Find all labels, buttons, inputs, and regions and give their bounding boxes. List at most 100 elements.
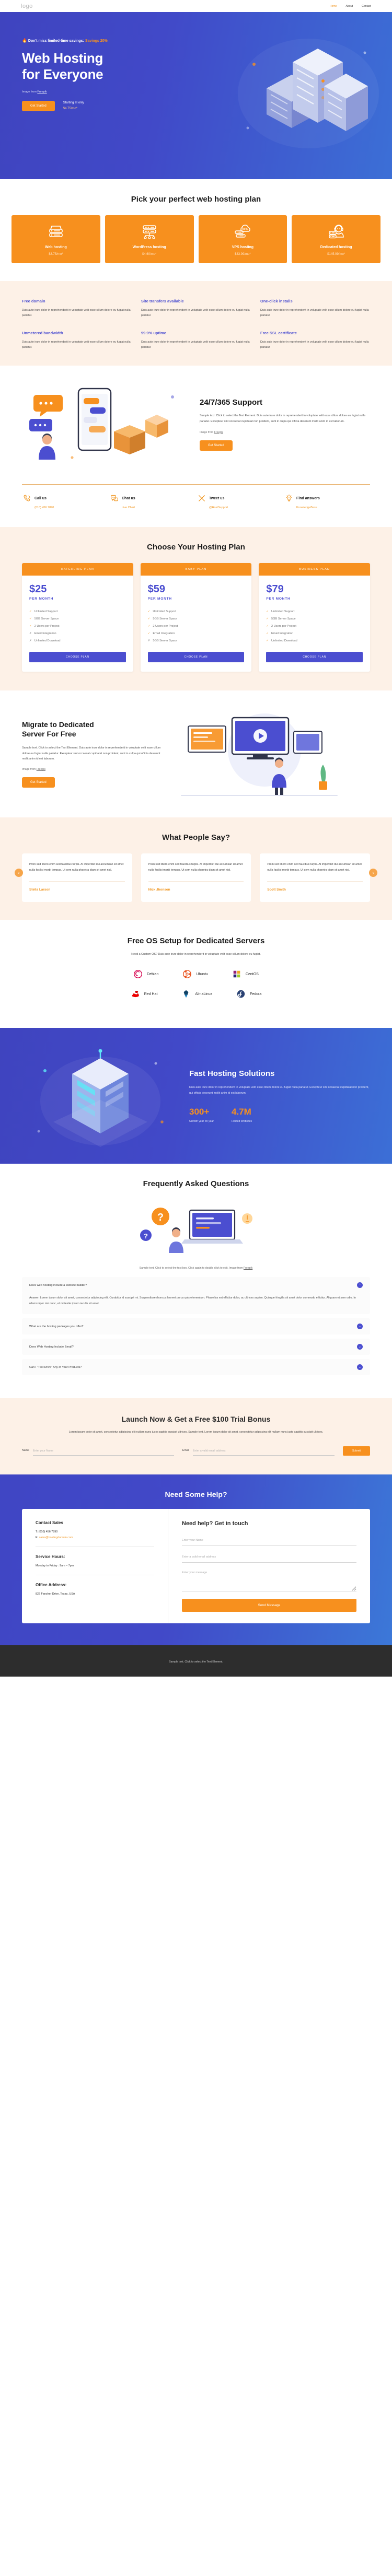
faq-answer-0: Answer. Lorem ipsum dolor sit amet, cons…: [22, 1293, 370, 1315]
hero-promo-text: Don't miss limited-time savings:: [28, 39, 84, 43]
nav-item-about[interactable]: About: [346, 5, 353, 8]
stat-growth: 300+ Growth year on year: [189, 1107, 214, 1123]
support-body: Sample text. Click to select the Text El…: [200, 414, 365, 423]
plan-tiles: Web hosting $3.75/mo* WordPress hosting: [0, 215, 392, 263]
contact-call-us[interactable]: Call us (010) 456 7890: [23, 494, 107, 509]
feature-unmetered-bandwidth: Unmetered bandwidth Duis aute irure dolo…: [22, 331, 132, 350]
pricing-feature: ✓ 2 Users per Project: [147, 625, 178, 628]
contact-tweet-us[interactable]: Tweet us @HostSupport: [198, 494, 282, 509]
pricing-feature: ✓ 5GB Server Space: [147, 617, 177, 620]
choose-plan-button[interactable]: CHOOSE PLAN: [147, 652, 245, 662]
os-item-centos[interactable]: CentOS: [232, 969, 259, 979]
pricing-feature: ✓ 5GB Server Space: [266, 617, 296, 620]
freepik-link[interactable]: Freepik: [244, 1267, 252, 1270]
check-icon: ✓: [147, 632, 151, 635]
hero-price-value: $4.75/mo*: [63, 107, 78, 111]
contact-value[interactable]: Live Chart: [110, 506, 194, 509]
check-icon: ✓: [29, 625, 32, 628]
pricing-feature: ✓ Unlimited Download: [266, 639, 297, 642]
freepik-link[interactable]: Freepik: [37, 90, 47, 93]
plan-tile-dedicated-hosting[interactable]: Dedicated hosting $145.99/mo*: [292, 215, 381, 263]
support-get-started-button[interactable]: Get Started: [200, 440, 233, 451]
hero-get-started-button[interactable]: Get Started: [22, 101, 55, 112]
nav-links: Home About Contact: [330, 5, 371, 8]
feature-body: Duis aute irure dolor in reprehenderit i…: [22, 309, 131, 317]
feature-body: Duis aute irure dolor in reprehenderit i…: [141, 309, 250, 317]
help-name-input[interactable]: [182, 1535, 356, 1547]
launch-name-input[interactable]: [32, 1447, 174, 1456]
chevron-down-icon[interactable]: ⌄: [357, 1324, 363, 1330]
help-section: Need Some Help? Contact Sales T: (010) 4…: [0, 1474, 392, 1646]
chevron-up-icon[interactable]: ⌃: [357, 1282, 363, 1289]
pricing-feature: ✓ Unlimited Support: [29, 610, 58, 613]
fast-hosting-illustration: [22, 1044, 179, 1148]
os-item-redhat[interactable]: Red Hat: [131, 989, 157, 999]
help-message-textarea[interactable]: [182, 1567, 356, 1592]
faq-item-3[interactable]: Can I "Test Drive" Any of Your Products?…: [22, 1359, 370, 1376]
contact-value[interactable]: @HostSupport: [198, 506, 282, 509]
check-icon: ✓: [147, 617, 151, 620]
contact-email-link[interactable]: sales@hostingdomain.com: [39, 1536, 73, 1539]
nav-item-contact[interactable]: Contact: [362, 5, 371, 8]
contact-value[interactable]: (010) 456 7890: [23, 506, 107, 509]
office-address-heading: Office Address:: [36, 1583, 67, 1588]
site-logo[interactable]: logo: [21, 3, 33, 9]
os-item-ubuntu[interactable]: Ubuntu: [182, 969, 208, 979]
launch-email-input[interactable]: [192, 1447, 335, 1456]
feature-title: 99.9% uptime: [141, 331, 166, 335]
feature-body: Duis aute irure dolor in reprehenderit i…: [141, 341, 250, 349]
pricing-feature: ✗ 5GB Server Space: [147, 639, 177, 642]
help-email-input[interactable]: [182, 1552, 356, 1563]
hosting-plans-section: Pick your perfect web hosting plan Web h…: [0, 179, 392, 281]
choose-plan-button[interactable]: CHOOSE PLAN: [29, 652, 126, 662]
migrate-section: Migrate to Dedicated Server For Free Sam…: [0, 690, 392, 817]
contact-chat-us[interactable]: Chat us Live Chart: [110, 494, 194, 509]
check-icon: ✓: [147, 610, 151, 613]
contact-email-prefix: E:: [36, 1536, 39, 1540]
chevron-down-icon[interactable]: ⌄: [357, 1364, 363, 1371]
faq-item-2[interactable]: Does Web Hosting Include Email? ⌄: [22, 1339, 370, 1355]
nav-item-home[interactable]: Home: [330, 5, 337, 8]
faq-item-1[interactable]: What are the hosting packages you offer?…: [22, 1318, 370, 1335]
hero-promo-banner: 🔥 Don't miss limited-time savings: Savin…: [22, 38, 157, 43]
faq-question: Does web hosting include a website build…: [29, 1283, 87, 1287]
centos-icon: [233, 971, 240, 978]
pricing-feature-list: ✓ Unlimited Support ✓ 5GB Server Space ✓ 2 …: [29, 610, 126, 642]
send-message-button[interactable]: Send Message: [182, 1599, 356, 1612]
migrate-get-started-button[interactable]: Get Started: [22, 777, 55, 788]
faq-item-0[interactable]: Does web hosting include a website build…: [22, 1277, 370, 1294]
os-item-almalinux[interactable]: AlmaLinux: [181, 989, 212, 999]
os-item-fedora[interactable]: Fedora: [236, 989, 261, 999]
testimonials-next-button[interactable]: ›: [369, 869, 377, 877]
debian-icon: [134, 970, 143, 979]
os-label: AlmaLinux: [195, 992, 213, 996]
freepik-link[interactable]: Freepik: [37, 768, 45, 771]
testimonials-prev-button[interactable]: ‹: [15, 869, 23, 877]
pricing-period: PER MONTH: [147, 597, 172, 601]
contact-value[interactable]: KnowledgeBase: [285, 506, 369, 509]
plan-tile-wordpress-hosting[interactable]: WordPress hosting $4.60/mo*: [105, 215, 194, 263]
support-section: 24/7/365 Support Sample text. Click to s…: [0, 366, 392, 473]
migrate-title-line1: Migrate to Dedicated: [22, 720, 94, 729]
os-item-debian[interactable]: Debian: [133, 969, 158, 979]
plan-tile-vps-hosting[interactable]: VPS VPS hosting $33.99/mo*: [198, 215, 287, 263]
hero-content: 🔥 Don't miss limited-time savings: Savin…: [0, 12, 157, 112]
faq-question: Can I "Test Drive" Any of Your Products?: [29, 1365, 82, 1369]
freepik-link[interactable]: Freepik: [214, 431, 223, 434]
faq-question: What are the hosting packages you offer?: [29, 1325, 84, 1328]
stat-hosted-websites: 4.7M Hosted Websites: [232, 1107, 252, 1123]
pricing-card-business: BUSINESS PLAN $79 PER MONTH ✓ Unlimited S…: [259, 563, 371, 672]
wordpress-server-icon: [142, 225, 156, 239]
footer: Sample text. Click to select the Text El…: [0, 1645, 392, 1677]
check-icon: ✓: [266, 632, 269, 635]
stat-value: 300+: [189, 1106, 210, 1117]
choose-plan-button[interactable]: CHOOSE PLAN: [266, 652, 363, 662]
contact-find-answers[interactable]: Find answers KnowledgeBase: [285, 494, 369, 509]
plan-tile-web-hosting[interactable]: Web hosting $3.75/mo*: [11, 215, 100, 263]
migrate-image-credit: Image from Freepik: [22, 768, 163, 771]
pricing-amount: $59: [147, 583, 166, 595]
hero-price-note: Starting at only $4.75/mo*: [63, 100, 84, 112]
chevron-down-icon[interactable]: ⌄: [357, 1344, 363, 1350]
launch-submit-button[interactable]: Submit: [342, 1446, 370, 1456]
fast-hosting-content: Fast Hosting Solutions Duis aute irure d…: [189, 1069, 370, 1122]
